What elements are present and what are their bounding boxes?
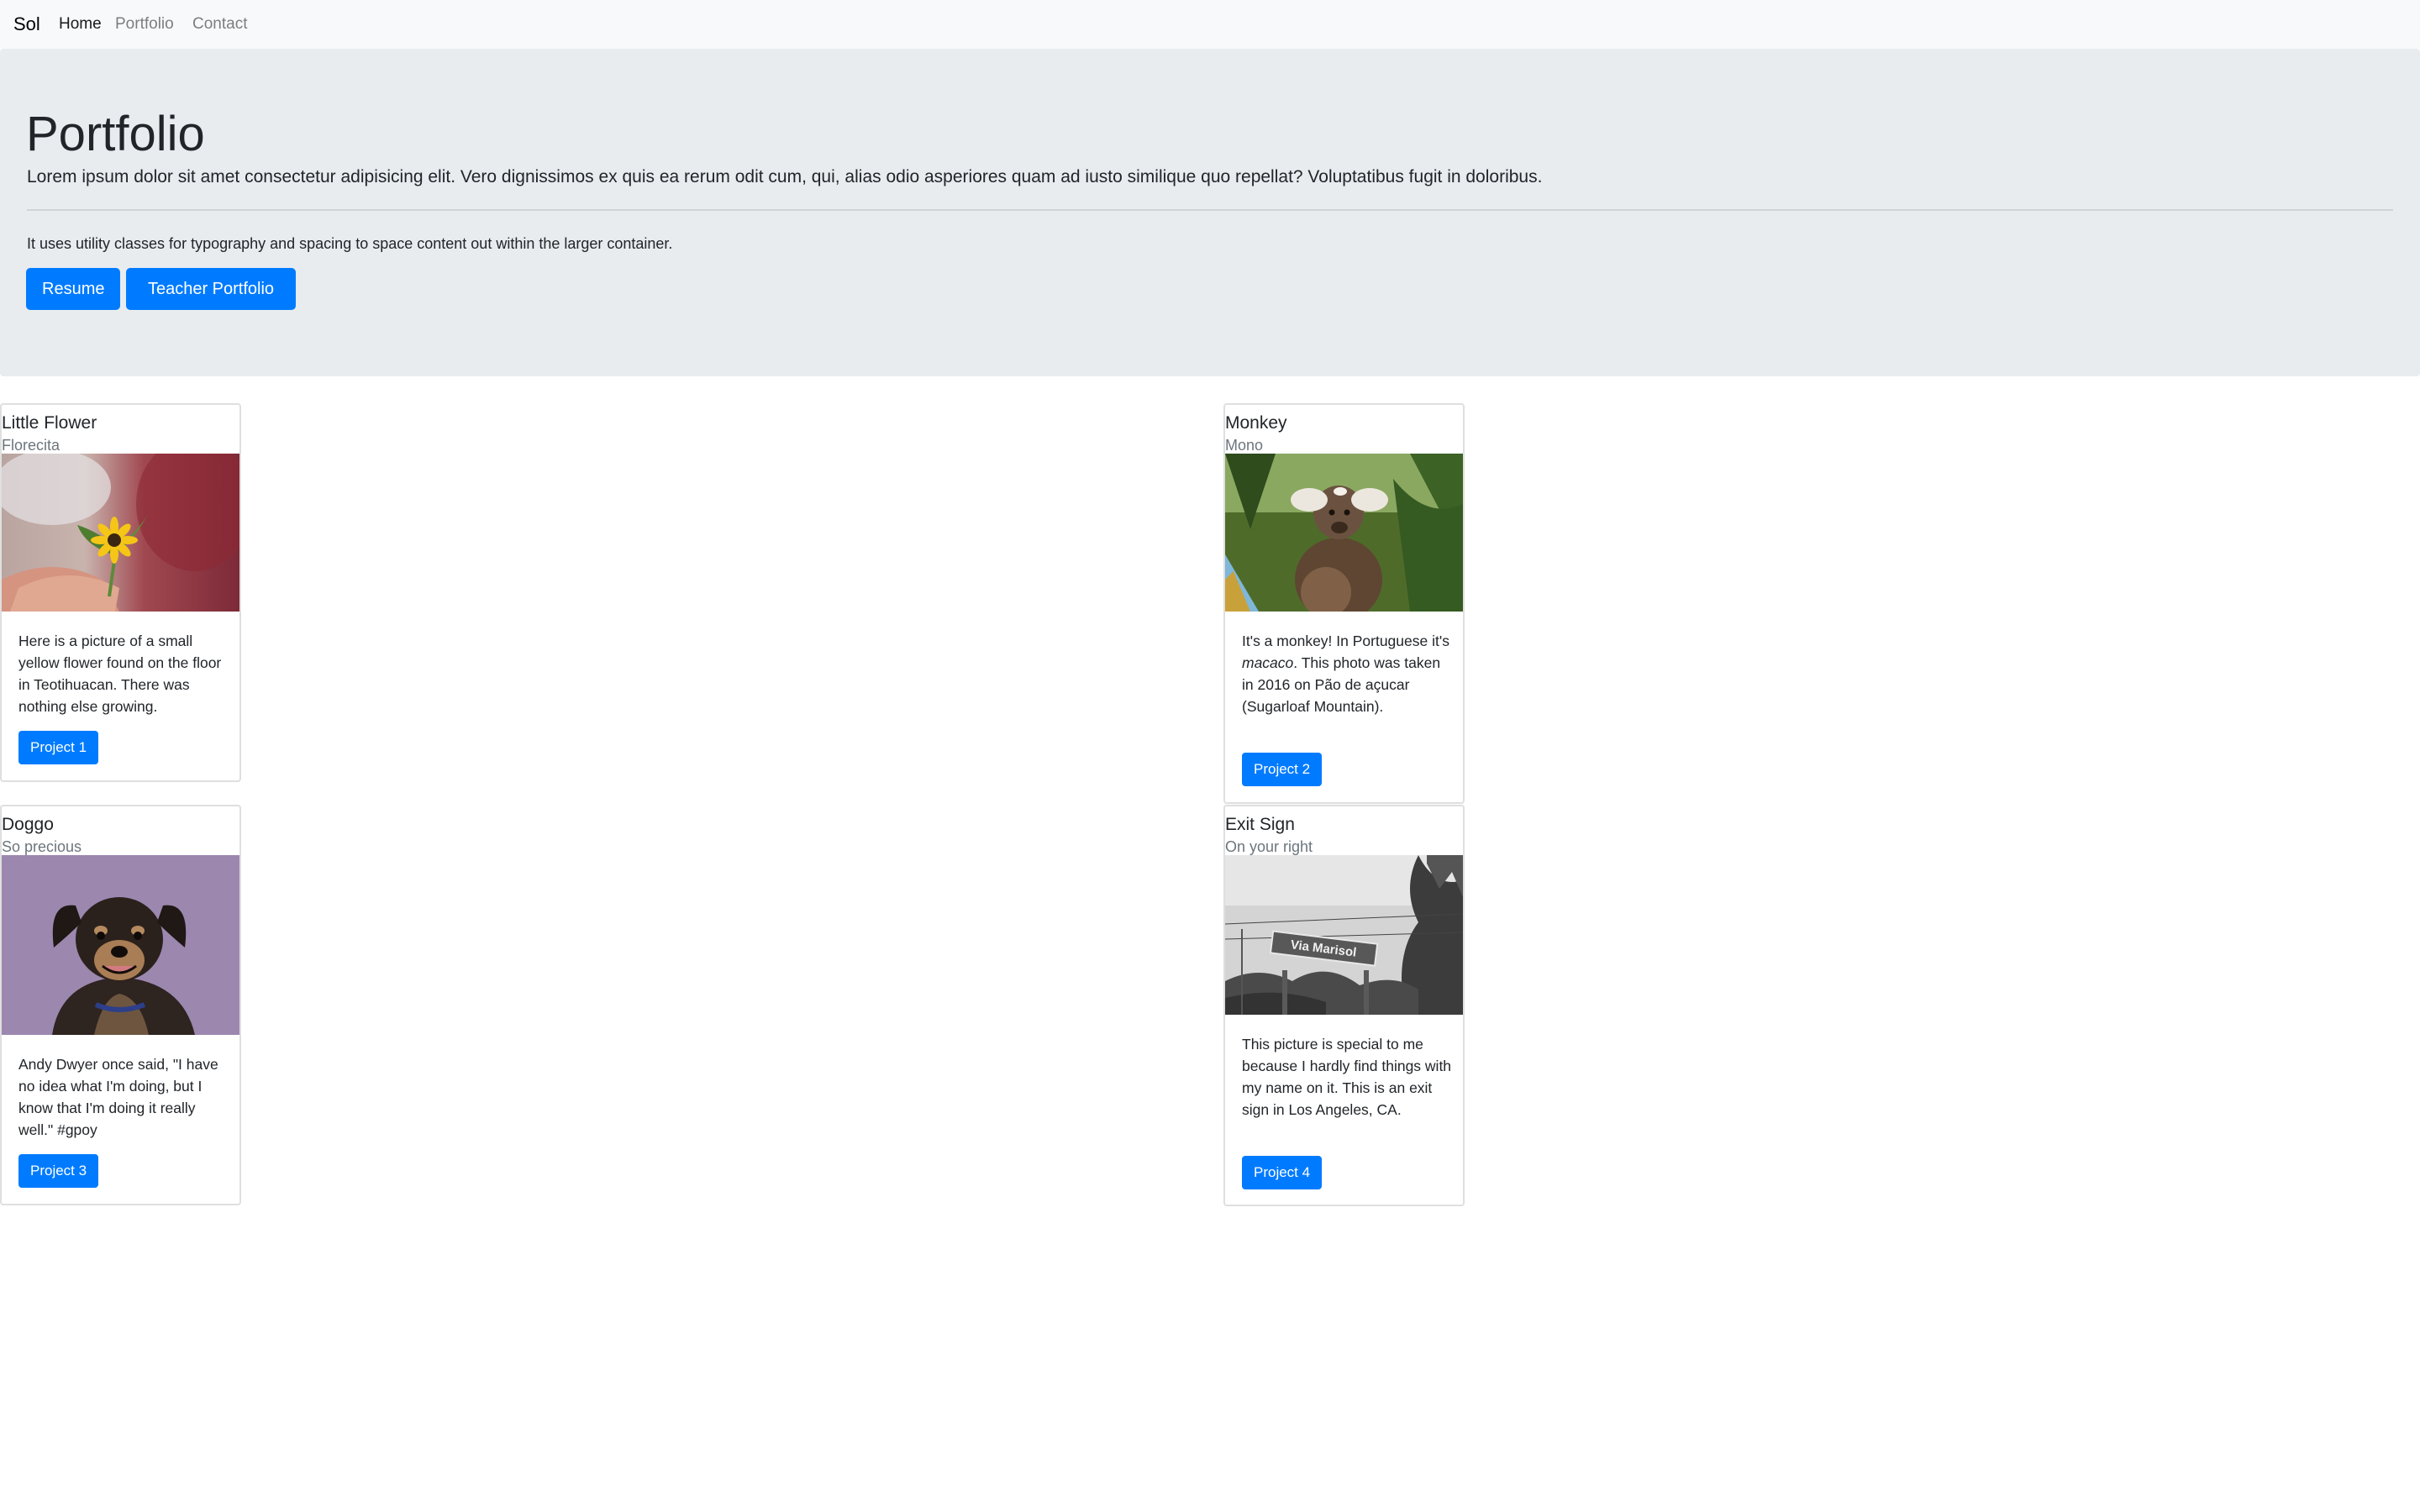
project-3-button[interactable]: Project 3	[18, 1154, 99, 1188]
yellow-flower-image	[2, 454, 239, 612]
card-text: Here is a picture of a small yellow flow…	[18, 633, 222, 715]
project-card: Doggo So precious Andy Dwyer once said, …	[0, 805, 241, 1205]
brand-link[interactable]: Sol	[13, 13, 40, 35]
card-subtitle: Florecita	[2, 437, 60, 454]
project-card: Monkey Mono It's a monkey! In Portuguese…	[1223, 403, 1465, 804]
monkey-image	[1225, 454, 1463, 612]
jumbotron: Portfolio Lorem ipsum dolor sit amet con…	[0, 49, 2420, 376]
card-subtitle: On your right	[1225, 838, 1313, 855]
card-title: Little Flower	[2, 413, 97, 433]
project-card: Exit Sign On your right Via Marisol This…	[1223, 805, 1465, 1206]
card-text: This picture is special to me because I …	[1242, 1036, 1452, 1118]
project-1-button[interactable]: Project 1	[18, 731, 99, 764]
jumbotron-text: It uses utility classes for typography a…	[27, 235, 673, 252]
card-text: It's a monkey! In Portuguese it's macaco…	[1242, 633, 1449, 715]
card-subtitle: Mono	[1225, 437, 1264, 454]
exit-sign-image: Via Marisol	[1225, 855, 1463, 1015]
project-4-button[interactable]: Project 4	[1242, 1156, 1323, 1189]
teacher-portfolio-button[interactable]: Teacher Portfolio	[126, 268, 296, 310]
card-title: Doggo	[2, 815, 54, 834]
nav-link-contact[interactable]: Contact	[192, 15, 247, 34]
page-title: Portfolio	[26, 107, 205, 161]
navbar: Sol Home Portfolio Contact	[0, 0, 2420, 49]
dog-image	[2, 855, 239, 1035]
card-title: Monkey	[1225, 413, 1287, 433]
card-text: Andy Dwyer once said, "I have no idea wh…	[18, 1056, 218, 1138]
divider	[27, 209, 2393, 211]
jumbotron-lead: Lorem ipsum dolor sit amet consectetur a…	[27, 167, 1543, 186]
project-2-button[interactable]: Project 2	[1242, 753, 1323, 786]
card-subtitle: So precious	[2, 838, 82, 855]
resume-button[interactable]: Resume	[26, 268, 120, 310]
card-title: Exit Sign	[1225, 815, 1295, 834]
nav-link-portfolio[interactable]: Portfolio	[115, 15, 174, 34]
project-card: Little Flower Florecita Here is a pictur…	[0, 403, 241, 782]
nav-link-home[interactable]: Home	[59, 15, 102, 34]
